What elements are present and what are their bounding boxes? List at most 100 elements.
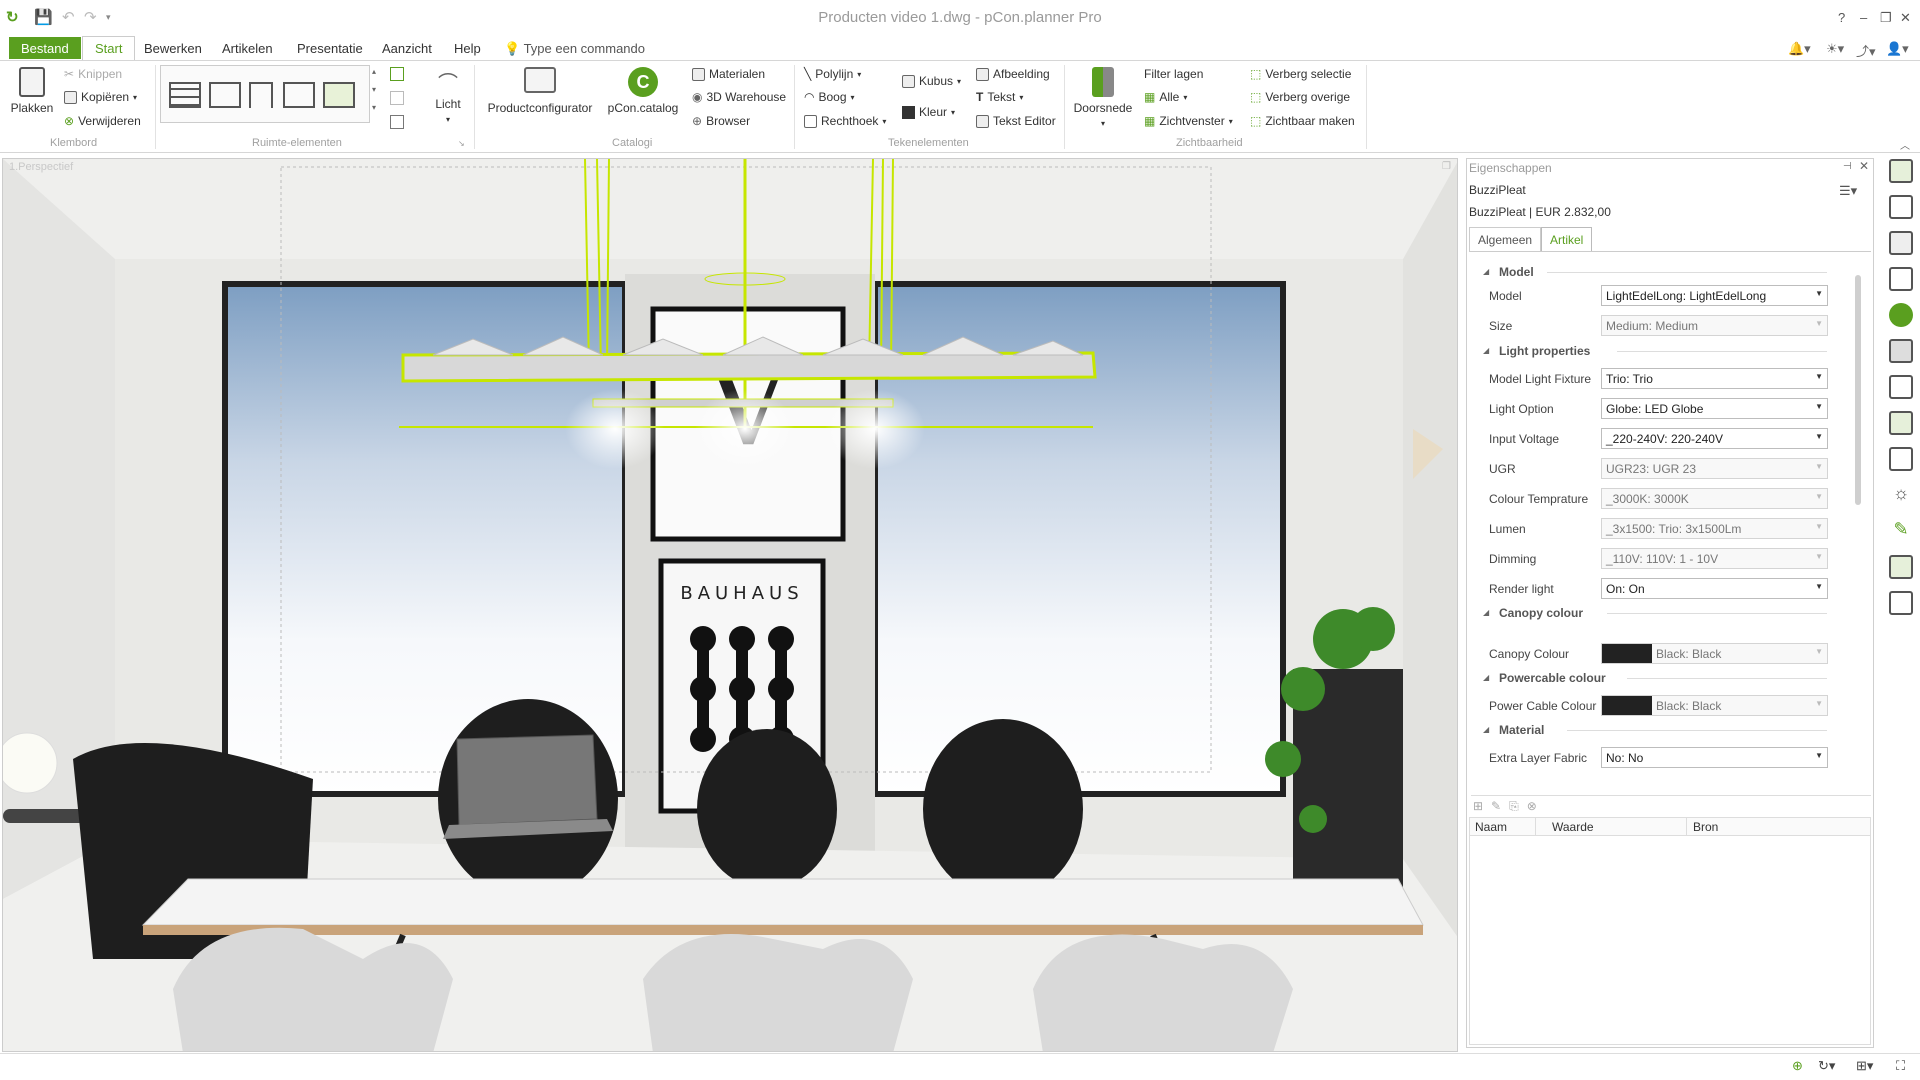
fullscreen-icon[interactable]: ⛶ [1896, 1058, 1905, 1074]
menu-bewerken[interactable]: Bewerken [136, 39, 210, 58]
tab-algemeen[interactable]: Algemeen [1469, 227, 1542, 251]
dialog-launcher-icon[interactable]: ↘ [458, 139, 465, 148]
menu-start[interactable]: Start [82, 36, 136, 60]
extra-layer-fabric-dropdown[interactable]: No: No ▼ [1601, 747, 1828, 768]
image-side-icon[interactable] [1889, 555, 1913, 579]
column-naam[interactable]: Naam [1475, 820, 1507, 834]
column-bron[interactable]: Bron [1693, 820, 1718, 834]
menu-artikelen[interactable]: Artikelen [214, 39, 281, 58]
attribute-table[interactable]: Naam Waarde Bron [1469, 817, 1871, 1045]
kleur-button[interactable]: Kleur ▾ [902, 105, 955, 119]
filter-lagen-button[interactable]: Filter lagen [1144, 67, 1203, 81]
brush-icon[interactable]: ✎ [1889, 519, 1913, 543]
pcon-catalog-button[interactable]: C pCon.catalog [606, 67, 680, 115]
copy-button[interactable]: Kopiëren ▾ [64, 90, 137, 104]
catalog-search-icon[interactable] [1889, 195, 1913, 219]
paste-button[interactable]: Plakken [8, 67, 56, 115]
menu-bestand[interactable]: Bestand [9, 37, 81, 59]
colour-temperature-dropdown[interactable]: _3000K: 3000K ▼ [1601, 488, 1828, 509]
doorsnede-button[interactable]: Doorsnede ▾ [1072, 67, 1134, 129]
select-tool-icon[interactable] [390, 67, 404, 81]
user-icon[interactable]: 👤▾ [1878, 39, 1917, 59]
table-toolbar[interactable]: ⊞✎⎘⊗ [1473, 799, 1545, 814]
model-light-fixture-dropdown[interactable]: Trio: Trio ▼ [1601, 368, 1828, 389]
layers-side-icon[interactable] [1889, 375, 1913, 399]
article-info-icon[interactable] [1889, 231, 1913, 255]
kubus-button[interactable]: Kubus ▾ [902, 74, 961, 88]
column-waarde[interactable]: Waarde [1552, 820, 1594, 834]
lumen-dropdown[interactable]: _3x1500: Trio: 3x1500Lm ▼ [1601, 518, 1828, 539]
input-voltage-dropdown[interactable]: _220-240V: 220-240V ▼ [1601, 428, 1828, 449]
canopy-colour-dropdown[interactable]: Black: Black ▼ [1601, 643, 1828, 664]
collapse-caret-icon[interactable]: ◢ [1483, 608, 1489, 617]
menu-aanzicht[interactable]: Aanzicht [374, 39, 440, 58]
polylijn-button[interactable]: ╲ Polylijn ▾ [804, 67, 861, 81]
productconfigurator-button[interactable]: Productconfigurator [484, 67, 596, 115]
pin-icon[interactable]: ⊣ [1843, 161, 1852, 172]
close-icon[interactable]: ✕ [1900, 10, 1911, 26]
properties-list[interactable]: ◢ Model Model LightEdelLong: LightEdelLo… [1467, 259, 1862, 639]
collapse-caret-icon[interactable]: ◢ [1483, 346, 1489, 355]
gallery-scroll-icon[interactable]: ▴ ▾ ▾ [372, 67, 376, 112]
properties-list-lower[interactable]: Canopy Colour Black: Black ▼ ◢ Powercable… [1467, 639, 1862, 791]
room-elements-gallery[interactable] [160, 65, 370, 123]
collapse-caret-icon[interactable]: ◢ [1483, 725, 1489, 734]
materials-side-icon[interactable] [1889, 411, 1913, 435]
afbeelding-button[interactable]: Afbeelding [976, 67, 1050, 81]
ugr-dropdown[interactable]: UGR23: UGR 23 ▼ [1601, 458, 1828, 479]
tekst-button[interactable]: T Tekst ▾ [976, 90, 1023, 104]
pcon-catalog-side-icon[interactable] [1889, 303, 1913, 327]
close-panel-icon[interactable]: ✕ [1859, 159, 1869, 173]
render-light-dropdown[interactable]: On: On ▼ [1601, 578, 1828, 599]
copy-tool-icon[interactable] [390, 115, 404, 129]
grid-side-icon[interactable] [1889, 447, 1913, 471]
scrollbar-thumb[interactable] [1855, 275, 1861, 505]
floor-icon[interactable] [323, 82, 355, 108]
zichtbaar-maken-button[interactable]: ⬚ Zichtbaar maken [1250, 114, 1355, 128]
area-tool-icon[interactable] [390, 91, 404, 105]
tab-artikel[interactable]: Artikel [1541, 227, 1593, 251]
verberg-selectie-button[interactable]: ⬚ Verberg selectie [1250, 67, 1351, 81]
verberg-overige-button[interactable]: ⬚ Verberg overige [1250, 90, 1350, 104]
collapse-caret-icon[interactable]: ◢ [1483, 673, 1489, 682]
3d-warehouse-button[interactable]: ◉ 3D Warehouse [692, 90, 786, 104]
command-search[interactable]: 💡 Type een commando [496, 39, 653, 59]
door-icon[interactable] [249, 82, 273, 108]
tekst-editor-button[interactable]: Tekst Editor [976, 114, 1056, 128]
menu-presentatie[interactable]: Presentatie [289, 39, 371, 58]
snap-icon[interactable]: ⊕ [1792, 1058, 1803, 1074]
dimming-dropdown[interactable]: _110V: 110V: 1 - 10V ▼ [1601, 548, 1828, 569]
splitter[interactable] [1471, 795, 1871, 796]
model-dropdown[interactable]: LightEdelLong: LightEdelLong ▼ [1601, 285, 1828, 306]
rechthoek-button[interactable]: Rechthoek ▾ [804, 114, 886, 128]
sun-icon[interactable]: ☼ [1889, 483, 1913, 507]
cut-button[interactable]: ✂ Knippen [64, 67, 122, 81]
browser-button[interactable]: ⊕ Browser [692, 114, 750, 128]
restore-icon[interactable]: ❐ [1880, 10, 1892, 26]
article-list-icon[interactable] [1889, 267, 1913, 291]
collapse-ribbon-icon[interactable]: ︿ [1900, 137, 1910, 152]
properties-scrollbar[interactable] [1855, 269, 1863, 789]
power-cable-colour-dropdown[interactable]: Black: Black ▼ [1601, 695, 1828, 716]
window-element-icon[interactable] [209, 82, 241, 108]
light-button[interactable]: ⌒ Licht ▾ [430, 67, 466, 125]
3d-viewport[interactable]: V BAUHAUS [2, 158, 1458, 1052]
storage-icon[interactable] [1889, 339, 1913, 363]
report-side-icon[interactable] [1889, 591, 1913, 615]
layout-icon[interactable]: ⊞▾ [1856, 1058, 1873, 1074]
light-option-dropdown[interactable]: Globe: LED Globe ▼ [1601, 398, 1828, 419]
materialen-button[interactable]: Materialen [692, 67, 765, 81]
rotate-view-icon[interactable]: ↻▾ [1818, 1058, 1835, 1074]
help-icon[interactable]: ? [1838, 10, 1845, 25]
menu-help[interactable]: Help [446, 39, 489, 58]
delete-button[interactable]: ⊗ Verwijderen [64, 114, 141, 128]
maximize-viewport-icon[interactable]: ❐ [1442, 161, 1451, 172]
panel-menu-icon[interactable]: ☰▾ [1839, 183, 1857, 199]
properties-icon[interactable] [1889, 159, 1913, 183]
size-dropdown[interactable]: Medium: Medium ▼ [1601, 315, 1828, 336]
boog-button[interactable]: ◠ Boog ▾ [804, 90, 855, 104]
room-icon[interactable] [283, 82, 315, 108]
zichtvenster-button[interactable]: ▦ Zichtvenster ▾ [1144, 114, 1233, 128]
collapse-caret-icon[interactable]: ◢ [1483, 267, 1489, 276]
minimize-icon[interactable]: – [1860, 10, 1867, 25]
